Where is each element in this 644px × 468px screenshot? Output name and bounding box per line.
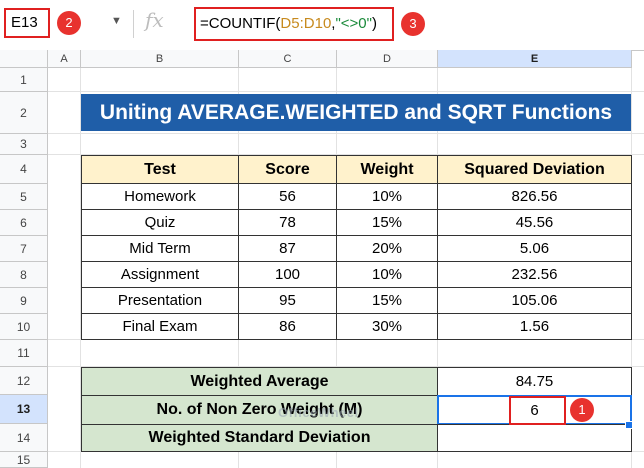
- formula-input[interactable]: =COUNTIF(D5:D10,"<>0"): [194, 7, 394, 41]
- cell-weight[interactable]: 15%: [336, 287, 438, 314]
- column-header-c[interactable]: C: [239, 50, 337, 68]
- formula-range-ref: D5:D10: [280, 15, 332, 32]
- row-header-15[interactable]: 15: [0, 452, 48, 468]
- watermark-logo: OfficeWheel: [278, 405, 359, 420]
- summary-label-non-zero-weight[interactable]: No. of Non Zero Weight (M): [81, 395, 438, 425]
- fill-handle[interactable]: [625, 421, 633, 429]
- cell-squared-deviation[interactable]: 232.56: [437, 261, 632, 288]
- gridline: [48, 133, 644, 134]
- summary-value-weighted-std-dev[interactable]: [437, 424, 632, 452]
- cell-squared-deviation[interactable]: 45.56: [437, 209, 632, 236]
- formula-criteria: "<>0": [335, 15, 372, 32]
- header-squared-deviation[interactable]: Squared Deviation: [437, 155, 632, 184]
- column-header-e[interactable]: E: [438, 50, 632, 68]
- cell-score[interactable]: 95: [238, 287, 337, 314]
- row-header-4[interactable]: 4: [0, 155, 48, 184]
- cell-weight[interactable]: 10%: [336, 261, 438, 288]
- callout-badge-1: 1: [570, 398, 594, 422]
- row-header-7[interactable]: 7: [0, 236, 48, 262]
- callout-badge-2: 2: [57, 11, 81, 35]
- row-header-6[interactable]: 6: [0, 210, 48, 236]
- row-header-14[interactable]: 14: [0, 424, 48, 452]
- summary-label-weighted-average[interactable]: Weighted Average: [81, 367, 438, 396]
- column-header-a[interactable]: A: [48, 50, 81, 68]
- sheet-title[interactable]: Uniting AVERAGE.WEIGHTED and SQRT Functi…: [81, 94, 631, 131]
- row-header-11[interactable]: 11: [0, 340, 48, 367]
- cell-score[interactable]: 86: [238, 313, 337, 340]
- row-header-3[interactable]: 3: [0, 134, 48, 155]
- row-header-10[interactable]: 10: [0, 314, 48, 340]
- column-header-b[interactable]: B: [81, 50, 239, 68]
- formula-prefix: =COUNTIF(: [200, 15, 281, 32]
- highlight-box: [509, 396, 566, 425]
- cell-test[interactable]: Final Exam: [81, 313, 239, 340]
- row-header-12[interactable]: 12: [0, 367, 48, 395]
- cell-squared-deviation[interactable]: 1.56: [437, 313, 632, 340]
- summary-value-weighted-average[interactable]: 84.75: [437, 367, 632, 396]
- row-header-9[interactable]: 9: [0, 288, 48, 314]
- cell-squared-deviation[interactable]: 5.06: [437, 235, 632, 262]
- formula-bar: E13 2 ▼ fx =COUNTIF(D5:D10,"<>0") 3: [0, 0, 644, 51]
- cell-test[interactable]: Homework: [81, 183, 239, 210]
- cell-test[interactable]: Mid Term: [81, 235, 239, 262]
- fx-icon: fx: [145, 8, 164, 32]
- header-weight[interactable]: Weight: [336, 155, 438, 184]
- cell-score[interactable]: 100: [238, 261, 337, 288]
- cell-weight[interactable]: 15%: [336, 209, 438, 236]
- row-header-13[interactable]: 13: [0, 395, 48, 424]
- summary-label-weighted-std-dev[interactable]: Weighted Standard Deviation: [81, 424, 438, 452]
- callout-badge-3: 3: [401, 12, 425, 36]
- divider: [133, 10, 134, 38]
- cell-squared-deviation[interactable]: 105.06: [437, 287, 632, 314]
- row-header-1[interactable]: 1: [0, 68, 48, 92]
- formula-suffix: ): [371, 15, 377, 32]
- column-header-d[interactable]: D: [337, 50, 438, 68]
- cell-score[interactable]: 78: [238, 209, 337, 236]
- cell-test[interactable]: Presentation: [81, 287, 239, 314]
- header-test[interactable]: Test: [81, 155, 239, 184]
- cell-weight[interactable]: 20%: [336, 235, 438, 262]
- cell-weight[interactable]: 10%: [336, 183, 438, 210]
- select-all-corner[interactable]: [0, 50, 48, 68]
- cell-score[interactable]: 87: [238, 235, 337, 262]
- row-header-5[interactable]: 5: [0, 184, 48, 210]
- header-score[interactable]: Score: [238, 155, 337, 184]
- cell-test[interactable]: Assignment: [81, 261, 239, 288]
- row-header-2[interactable]: 2: [0, 92, 48, 134]
- cell-score[interactable]: 56: [238, 183, 337, 210]
- gridline: [48, 91, 644, 92]
- row-header-8[interactable]: 8: [0, 262, 48, 288]
- chevron-down-icon[interactable]: ▼: [111, 15, 122, 27]
- cell-squared-deviation[interactable]: 826.56: [437, 183, 632, 210]
- cell-test[interactable]: Quiz: [81, 209, 239, 236]
- cell-weight[interactable]: 30%: [336, 313, 438, 340]
- name-box[interactable]: E13: [4, 8, 50, 38]
